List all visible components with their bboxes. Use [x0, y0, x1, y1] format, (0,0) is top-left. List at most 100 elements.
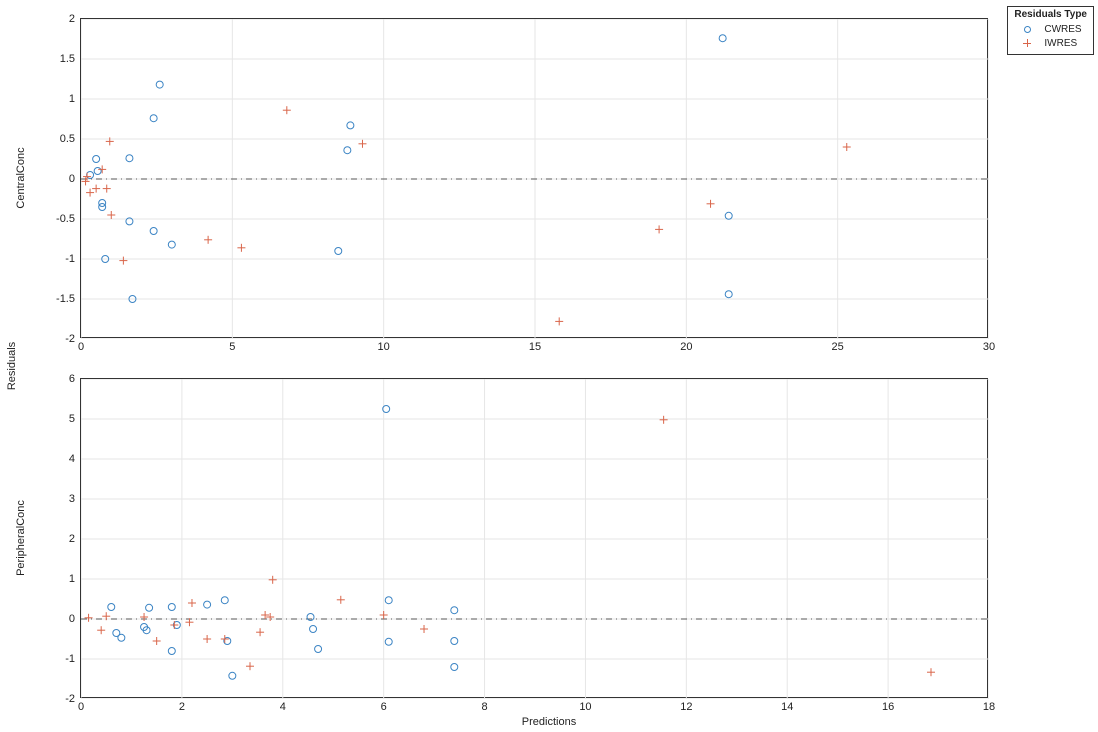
- iwres-point: [246, 662, 254, 670]
- xtick-label: 15: [515, 341, 555, 353]
- xtick-label: 12: [666, 701, 706, 713]
- cwres-point: [94, 168, 101, 175]
- iwres-point: [188, 599, 196, 607]
- cwres-point: [168, 648, 175, 655]
- iwres-point: [237, 244, 245, 252]
- circle-marker-icon: [1014, 23, 1040, 35]
- xtick-label: 2: [162, 701, 202, 713]
- cwres-point: [385, 638, 392, 645]
- xtick-label: 25: [818, 341, 858, 353]
- ytick-label: 4: [35, 453, 75, 465]
- cwres-point: [168, 604, 175, 611]
- legend-item-cwres: CWRES: [1014, 22, 1087, 36]
- ytick-label: -1: [35, 653, 75, 665]
- figure: Residuals Predictions CentralConc 051015…: [0, 0, 1098, 732]
- iwres-point: [707, 200, 715, 208]
- cwres-point: [150, 115, 157, 122]
- cwres-point: [315, 646, 322, 653]
- cwres-point: [451, 638, 458, 645]
- iwres-point: [221, 635, 229, 643]
- cwres-point: [93, 156, 100, 163]
- iwres-point: [86, 189, 94, 197]
- iwres-point: [203, 635, 211, 643]
- ylabel-peripheralconc: PeripheralConc: [15, 500, 27, 576]
- cwres-point: [310, 626, 317, 633]
- ytick-label: 6: [35, 373, 75, 385]
- iwres-point: [555, 317, 563, 325]
- xtick-label: 10: [565, 701, 605, 713]
- ytick-label: 0.5: [35, 133, 75, 145]
- cwres-point: [146, 604, 153, 611]
- xtick-label: 6: [364, 701, 404, 713]
- cwres-point: [347, 122, 354, 129]
- cwres-point: [229, 672, 236, 679]
- cwres-point: [385, 597, 392, 604]
- legend-label-cwres: CWRES: [1044, 24, 1081, 35]
- xtick-label: 4: [263, 701, 303, 713]
- ytick-label: 3: [35, 493, 75, 505]
- iwres-point: [204, 236, 212, 244]
- cwres-point: [221, 597, 228, 604]
- iwres-point: [119, 257, 127, 265]
- iwres-point: [269, 576, 277, 584]
- iwres-point: [843, 143, 851, 151]
- iwres-point: [107, 211, 115, 219]
- ytick-label: 1.5: [35, 53, 75, 65]
- cwres-point: [126, 155, 133, 162]
- iwres-point: [85, 614, 93, 622]
- xtick-label: 16: [868, 701, 908, 713]
- iwres-point: [380, 611, 388, 619]
- iwres-point: [98, 165, 106, 173]
- ytick-label: 0: [35, 613, 75, 625]
- ytick-label: -2: [35, 333, 75, 345]
- iwres-point: [927, 668, 935, 676]
- cwres-point: [451, 664, 458, 671]
- xtick-label: 18: [969, 701, 1009, 713]
- ytick-label: -0.5: [35, 213, 75, 225]
- iwres-point: [358, 140, 366, 148]
- axes-svg-bottom: [81, 379, 989, 699]
- axes-peripheralconc: PeripheralConc 024681012141618-2-1012345…: [80, 378, 988, 698]
- legend: Residuals Type CWRES IWRES: [1007, 6, 1094, 55]
- xtick-label: 20: [666, 341, 706, 353]
- iwres-point: [92, 185, 100, 193]
- cwres-point: [344, 147, 351, 154]
- ylabel-centralconc: CentralConc: [15, 147, 27, 208]
- cwres-point: [719, 35, 726, 42]
- ytick-label: 2: [35, 533, 75, 545]
- iwres-point: [153, 637, 161, 645]
- iwres-point: [103, 185, 111, 193]
- ytick-label: -1.5: [35, 293, 75, 305]
- xtick-label: 14: [767, 701, 807, 713]
- iwres-point: [261, 611, 269, 619]
- iwres-point: [420, 625, 428, 633]
- xtick-label: 8: [465, 701, 505, 713]
- ytick-label: 0: [35, 173, 75, 185]
- iwres-point: [256, 628, 264, 636]
- cwres-point: [725, 212, 732, 219]
- cwres-point: [168, 241, 175, 248]
- iwres-point: [283, 106, 291, 114]
- cwres-point: [204, 601, 211, 608]
- cwres-point: [725, 291, 732, 298]
- iwres-point: [337, 596, 345, 604]
- iwres-point: [660, 416, 668, 424]
- legend-item-iwres: IWRES: [1014, 36, 1087, 50]
- iwres-point: [266, 613, 274, 621]
- iwres-point: [97, 626, 105, 634]
- ytick-label: -1: [35, 253, 75, 265]
- ytick-label: 1: [35, 93, 75, 105]
- overall-ylabel: Residuals: [6, 342, 18, 390]
- xtick-label: 10: [364, 341, 404, 353]
- cwres-point: [150, 228, 157, 235]
- iwres-point: [170, 621, 178, 629]
- ytick-label: 1: [35, 573, 75, 585]
- cwres-point: [87, 172, 94, 179]
- xtick-label: 30: [969, 341, 1009, 353]
- ytick-label: 2: [35, 13, 75, 25]
- cwres-point: [451, 607, 458, 614]
- axes-svg-top: [81, 19, 989, 339]
- axes-centralconc: CentralConc 051015202530-2-1.5-1-0.500.5…: [80, 18, 988, 338]
- cwres-point: [108, 604, 115, 611]
- legend-label-iwres: IWRES: [1044, 38, 1077, 49]
